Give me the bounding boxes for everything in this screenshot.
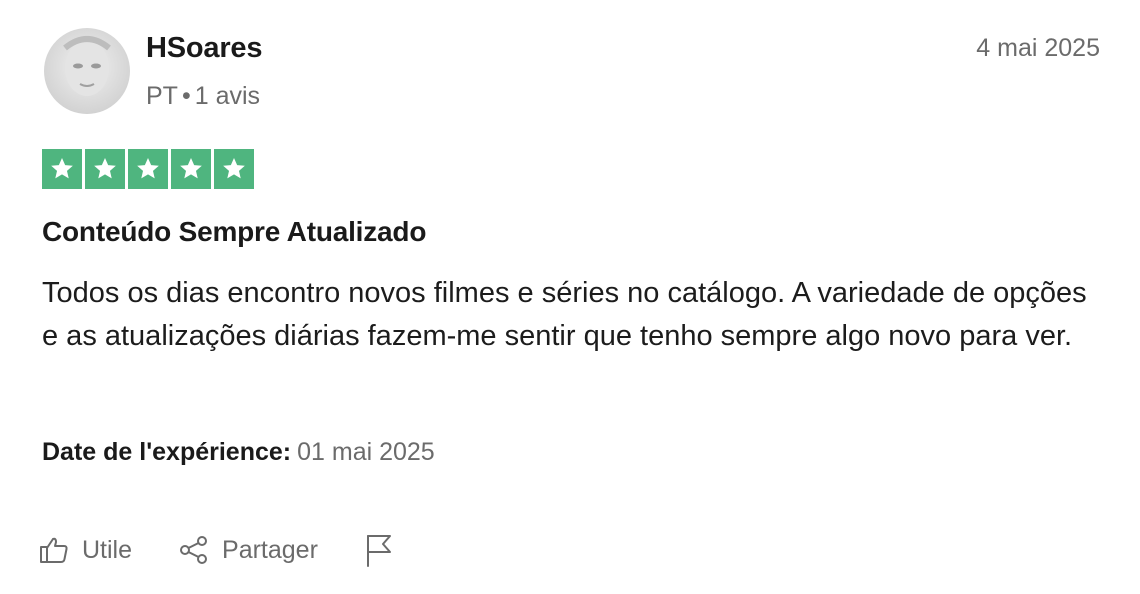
separator-dot: • [181,82,191,110]
author-country: PT [146,82,178,110]
useful-label: Utile [82,535,133,564]
star-rating [42,149,254,189]
author-meta: PT • 1 avis [146,82,260,111]
star-icon [128,149,168,189]
share-button[interactable]: Partager [178,534,318,566]
experience-date-value: 01 mai 2025 [297,438,435,466]
share-label: Partager [222,535,318,564]
review-date: 4 mai 2025 [976,34,1100,62]
star-icon [42,149,82,189]
star-icon [85,149,125,189]
report-button[interactable] [364,533,394,567]
review-actions: Utile Partager [38,533,440,567]
author-name[interactable]: HSoares [146,32,262,65]
share-icon [178,534,210,566]
useful-button[interactable]: Utile [38,534,132,566]
flag-icon [364,533,394,567]
avatar[interactable] [44,28,130,114]
review-card: HSoares PT • 1 avis 4 mai 2025 Conteúdo Se… [0,0,1140,594]
experience-date-label: Date de l'expérience: [42,438,292,466]
review-body: Todos os dias encontro novos filmes e sé… [42,277,1087,352]
review-title: Conteúdo Sempre Atualizado [42,216,427,247]
star-icon [214,149,254,189]
star-icon [171,149,211,189]
thumbs-up-icon [38,534,70,566]
author-review-count: 1 avis [194,82,261,110]
experience-date: Date de l'expérience: 01 mai 2025 [42,438,435,467]
